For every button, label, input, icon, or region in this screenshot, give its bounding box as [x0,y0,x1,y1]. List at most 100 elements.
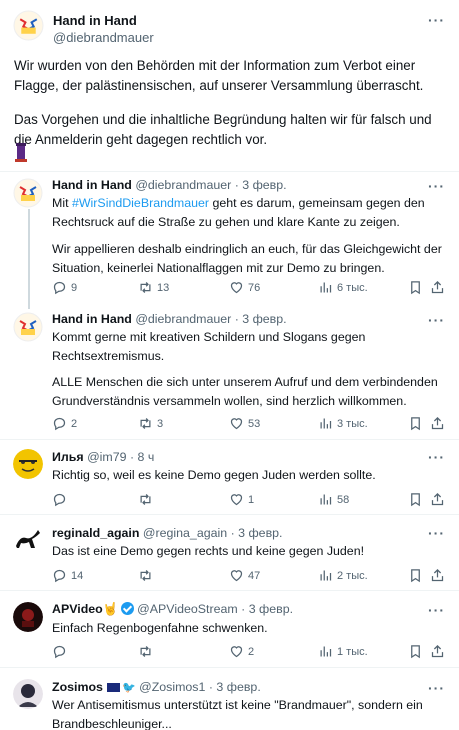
reply-button[interactable] [52,492,71,507]
author-handle[interactable]: @diebrandmauer [135,312,231,326]
repost-icon [138,280,153,295]
heart-icon [229,280,244,295]
share-icon [430,568,445,583]
author-name[interactable]: Zosimos [52,680,103,694]
like-button[interactable]: 47 [229,568,260,583]
more-options-icon[interactable]: ··· [428,602,445,618]
post-text: Wer Antisemitismus unterstützt ist keine… [52,698,423,730]
hand-in-hand-avatar[interactable] [13,10,44,41]
author-handle[interactable]: @diebrandmauer [53,30,154,45]
repost-button[interactable] [138,568,157,583]
action-bar: 2 3 53 3 тыс. [52,416,447,434]
bird-icon: 🐦 [121,682,136,694]
author-handle[interactable]: @im79 [87,450,126,464]
separator: · [231,312,243,326]
reply-post[interactable]: Zosimos 🐦 @Zosimos1 · 3 февр. ··· Wer Ant… [0,669,459,730]
views-count: 1 тыс. [337,645,368,658]
views-button[interactable]: 3 тыс. [318,416,368,431]
separator: · [205,680,217,694]
like-button[interactable]: 76 [229,280,260,295]
post-header: Hand in Hand @diebrandmauer · 3 февр. [52,178,287,192]
separator: · [237,602,249,616]
share-button[interactable] [430,280,445,295]
user-avatar[interactable] [13,679,43,709]
bookmark-icon [408,492,423,507]
reply-icon [52,492,67,507]
reply-button[interactable]: 14 [52,568,83,583]
author-handle[interactable]: @diebrandmauer [135,178,231,192]
more-options-icon[interactable]: ··· [428,178,445,194]
timestamp[interactable]: 8 ч [138,450,155,464]
views-count: 6 тыс. [337,281,368,294]
repost-button[interactable]: 3 [138,416,163,431]
author-name[interactable]: Илья [52,450,84,464]
views-count: 58 [337,493,350,506]
hashtag-link[interactable]: #WirSindDieBrandmauer [72,196,209,210]
post-header: APVideo🤘 @APVideoStream · 3 февр. [52,602,293,617]
timestamp[interactable]: 3 февр. [242,178,286,192]
repost-button[interactable] [138,492,157,507]
like-button[interactable]: 1 [229,492,254,507]
more-options-icon[interactable]: ··· [428,525,445,541]
reply-post[interactable]: Илья @im79 · 8 ч ··· Richtig so, weil es… [0,441,459,515]
bookmark-icon [408,568,423,583]
text-segment: Mit [52,196,72,210]
timestamp[interactable]: 3 февр. [242,312,286,326]
more-options-icon[interactable]: ··· [428,12,445,28]
views-chart-icon [318,416,333,431]
more-options-icon[interactable]: ··· [428,449,445,465]
post-text: Richtig so, weil es keine Demo gegen Jud… [52,468,376,482]
share-button[interactable] [430,416,445,431]
reply-post[interactable]: Hand in Hand @diebrandmauer · 3 февр. ··… [0,306,459,440]
user-avatar[interactable] [13,524,43,554]
bookmark-button[interactable] [408,644,423,659]
post-text: Einfach Regenbogenfahne schwenken. [52,621,268,635]
post-header: reginald_again @regina_again · 3 февр. [52,526,283,540]
reply-post[interactable]: reginald_again @regina_again · 3 февр. ·… [0,516,459,591]
author-name[interactable]: Hand in Hand [52,178,132,192]
bookmark-icon [408,644,423,659]
repost-button[interactable]: 13 [138,280,169,295]
more-options-icon[interactable]: ··· [428,680,445,696]
post-text: Kommt gerne mit kreativen Schildern und … [52,330,366,363]
hand-in-hand-avatar[interactable] [13,312,43,342]
author-name[interactable]: Hand in Hand [52,312,132,326]
heart-icon [229,416,244,431]
share-button[interactable] [430,644,445,659]
bookmark-button[interactable] [408,568,423,583]
reply-icon [52,280,67,295]
action-bar: 2 1 тыс. [52,644,447,662]
reply-button[interactable]: 2 [52,416,77,431]
hand-in-hand-avatar[interactable] [13,178,43,208]
user-avatar[interactable] [13,449,43,479]
author-name[interactable]: APVideo [52,602,103,616]
share-button[interactable] [430,568,445,583]
like-button[interactable]: 53 [229,416,260,431]
bookmark-button[interactable] [408,416,423,431]
views-button[interactable]: 2 тыс. [318,568,368,583]
author-name[interactable]: Hand in Hand [53,13,137,28]
author-handle[interactable]: @APVideoStream [137,602,238,616]
views-button[interactable]: 1 тыс. [318,644,368,659]
views-chart-icon [318,644,333,659]
bookmark-button[interactable] [408,492,423,507]
reply-post[interactable]: APVideo🤘 @APVideoStream · 3 февр. ··· Ein… [0,592,459,668]
repost-button[interactable] [138,644,157,659]
views-button[interactable]: 6 тыс. [318,280,368,295]
author-name[interactable]: reginald_again [52,526,139,540]
timestamp[interactable]: 3 февр. [238,526,282,540]
reply-post[interactable]: Hand in Hand @diebrandmauer · 3 февр. ··… [0,172,459,300]
bookmark-button[interactable] [408,280,423,295]
timestamp[interactable]: 3 февр. [216,680,260,694]
share-button[interactable] [430,492,445,507]
views-button[interactable]: 58 [318,492,349,507]
author-handle[interactable]: @regina_again [143,526,227,540]
user-avatar[interactable] [13,602,43,632]
more-options-icon[interactable]: ··· [428,312,445,328]
like-button[interactable]: 2 [229,644,254,659]
views-count: 3 тыс. [337,417,368,430]
author-handle[interactable]: @Zosimos1 [139,680,205,694]
reply-button[interactable] [52,644,71,659]
timestamp[interactable]: 3 февр. [249,602,293,616]
reply-button[interactable]: 9 [52,280,77,295]
